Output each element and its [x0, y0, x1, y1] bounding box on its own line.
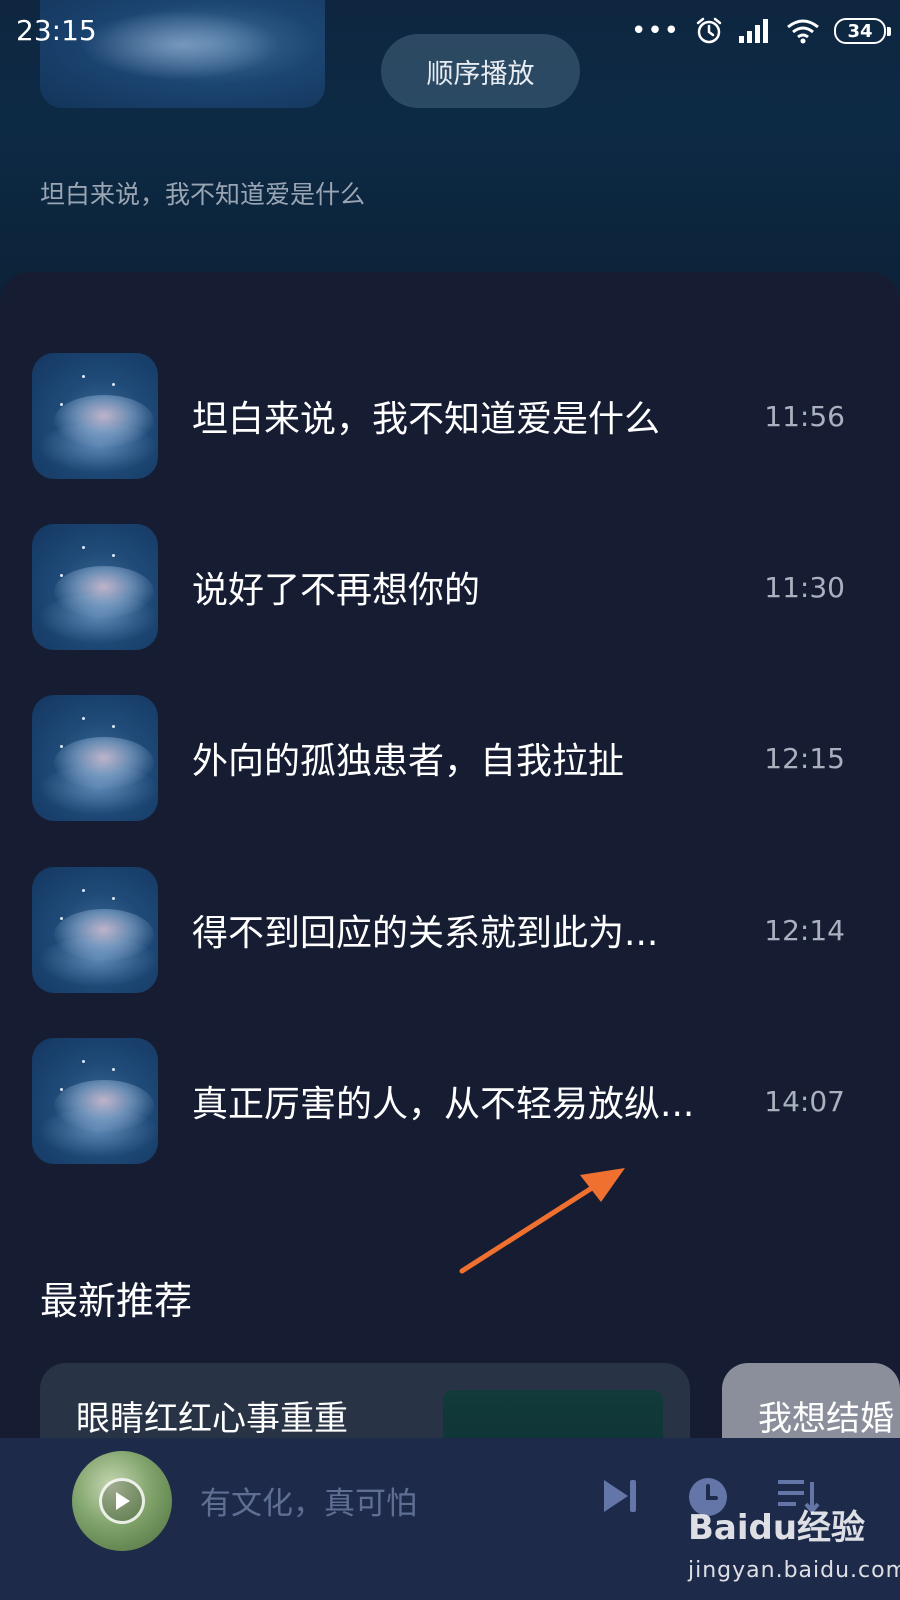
track-title: 坦白来说，我不知道爱是什么 — [192, 399, 661, 440]
track-thumbnail — [32, 867, 158, 993]
baidu-watermark: Baidu经验 jingyan.baidu.com — [688, 1500, 900, 1595]
track-title: 真正厉害的人，从不轻易放纵... — [192, 1084, 695, 1125]
track-time: 11:56 — [764, 399, 845, 433]
track-title: 得不到回应的关系就到此为... — [192, 913, 659, 954]
play-button-icon[interactable] — [99, 1478, 145, 1524]
watermark-url: jingyan.baidu.com — [688, 1558, 900, 1583]
section-title-recommend: 最新推荐 — [40, 1279, 193, 1323]
watermark-logo: Baidu经验 — [688, 1508, 866, 1548]
wifi-icon — [787, 19, 819, 44]
recommend-card-title: 我想结婚 — [758, 1399, 894, 1439]
now-playing-title: 有文化，真可怕 — [200, 1486, 417, 1522]
next-track-icon[interactable] — [600, 1476, 640, 1516]
track-title: 说好了不再想你的 — [192, 570, 481, 611]
recommend-card-title: 眼睛红红心事重重 — [76, 1399, 348, 1439]
track-thumbnail — [32, 353, 158, 479]
track-row[interactable]: 真正厉害的人，从不轻易放纵... 14:07 — [0, 1038, 900, 1164]
track-time: 11:30 — [764, 570, 845, 604]
status-time: 23:15 — [16, 14, 97, 47]
track-time: 12:15 — [764, 741, 845, 775]
track-row[interactable]: 得不到回应的关系就到此为... 12:14 — [0, 867, 900, 993]
track-time: 14:07 — [764, 1084, 845, 1118]
track-thumbnail — [32, 1038, 158, 1164]
track-row[interactable]: 外向的孤独患者，自我拉扯 12:15 — [0, 695, 900, 821]
playlist-header: 23:15 ••• 34 顺序播放 坦白来说，我不知道爱是什么 — [0, 0, 900, 300]
track-row[interactable]: 说好了不再想你的 11:30 — [0, 524, 900, 650]
now-playing-cover[interactable] — [72, 1451, 172, 1551]
track-thumbnail — [32, 695, 158, 821]
more-dots-icon: ••• — [630, 16, 680, 46]
alarm-icon — [696, 17, 722, 44]
track-time: 12:14 — [764, 913, 845, 947]
status-icons: ••• 34 — [630, 14, 891, 48]
battery-icon: 34 — [834, 18, 891, 44]
track-row[interactable]: 坦白来说，我不知道爱是什么 11:56 — [0, 353, 900, 479]
signal-icon — [739, 19, 768, 43]
track-thumbnail — [32, 524, 158, 650]
play-order-button[interactable]: 顺序播放 — [381, 34, 580, 108]
playlist-subtitle: 坦白来说，我不知道爱是什么 — [40, 180, 366, 209]
track-title: 外向的孤独患者，自我拉扯 — [192, 741, 625, 782]
